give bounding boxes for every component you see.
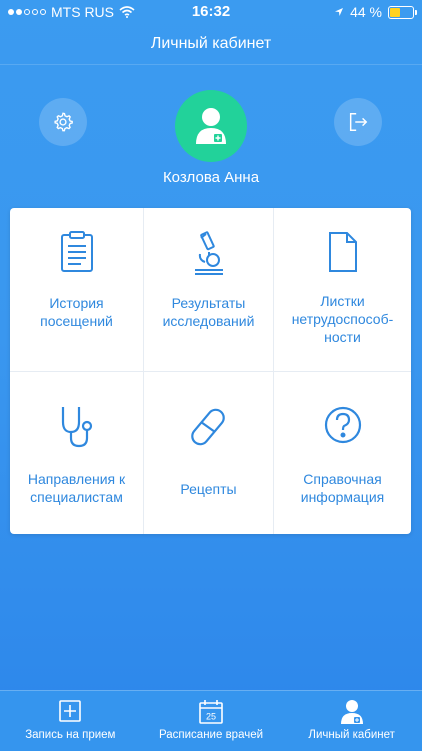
menu-item-reference-info[interactable]: Справочная информация [274, 372, 411, 534]
document-icon [328, 232, 357, 272]
menu-item-research-results[interactable]: Результаты исследований [144, 208, 274, 372]
tab-bar: Запись на прием 25 Расписание врачей Лич… [0, 690, 422, 751]
question-icon [324, 406, 361, 444]
tab-personal-account[interactable]: Личный кабинет [281, 691, 422, 751]
menu-item-sick-leave[interactable]: Листки нетрудоспособ- ности [274, 208, 411, 372]
menu-item-prescriptions[interactable]: Рецепты [144, 372, 274, 534]
location-arrow-icon [335, 8, 344, 16]
plus-square-icon [59, 700, 82, 722]
avatar[interactable] [175, 90, 247, 162]
stethoscope-icon [61, 407, 92, 448]
status-bar: MTS RUS 16:32 44 % [0, 0, 422, 24]
settings-button[interactable] [39, 98, 87, 146]
menu-item-label: Рецепты [180, 481, 237, 497]
page-title: Личный кабинет [150, 35, 272, 52]
menu-item-label: Листки нетрудоспособ- ности [291, 293, 394, 345]
doctor-avatar-icon [196, 108, 226, 144]
menu-item-label: Справочная информация [300, 471, 385, 505]
clipboard-icon [60, 231, 93, 272]
navigation-bar: Личный кабинет [0, 24, 422, 65]
tab-doctor-schedule[interactable]: 25 Расписание врачей [141, 691, 282, 751]
tab-label: Расписание врачей [158, 729, 264, 741]
tab-appointment[interactable]: Запись на прием [0, 691, 141, 751]
tab-label: Запись на прием [25, 729, 116, 741]
logout-icon [349, 113, 368, 131]
menu-item-label: История посещений [40, 295, 113, 329]
logout-button[interactable] [334, 98, 382, 146]
menu-item-specialist-referrals[interactable]: Направления к специалистам [10, 372, 144, 534]
user-name: Козлова Анна [162, 169, 260, 186]
profile-icon [340, 700, 363, 724]
tab-label: Личный кабинет [308, 729, 395, 741]
pill-icon [190, 408, 225, 446]
gear-icon [54, 112, 73, 132]
menu-item-label: Результаты исследований [162, 295, 255, 329]
menu-item-label: Направления к специалистам [27, 471, 126, 505]
calendar-icon: 25 [199, 700, 223, 724]
menu-item-visit-history[interactable]: История посещений [10, 208, 144, 372]
status-right: 44 % [334, 4, 417, 20]
battery-icon [388, 5, 417, 19]
battery-percent: 44 % [350, 4, 382, 20]
calendar-day: 25 [206, 712, 216, 722]
microscope-icon [194, 231, 223, 275]
services-grid: История посещений Результаты исследовани… [10, 208, 411, 534]
